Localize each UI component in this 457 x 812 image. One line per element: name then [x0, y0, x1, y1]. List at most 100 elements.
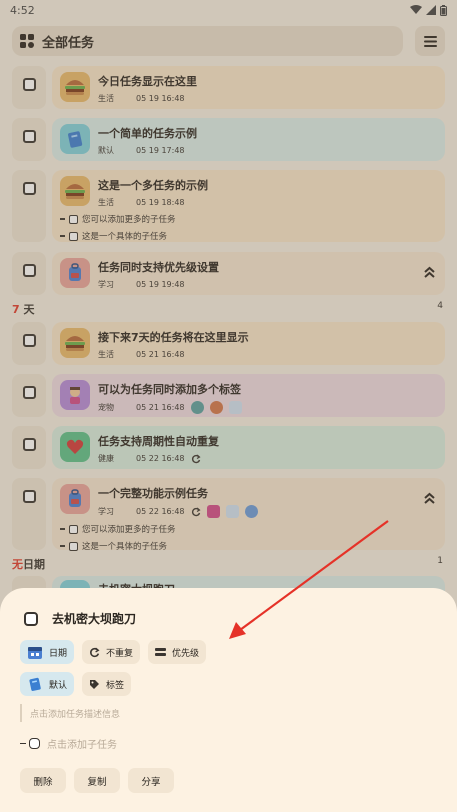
wifi-icon — [410, 5, 422, 14]
priority-high-icon — [424, 492, 435, 504]
task-title: 任务支持周期性自动重复 — [98, 435, 219, 448]
task-title: 任务同时支持优先级设置 — [98, 261, 219, 274]
delete-button[interactable]: 删除 — [20, 768, 66, 793]
repeat-icon — [90, 647, 100, 657]
task-tag: 学习 — [98, 280, 114, 289]
category-chip[interactable]: 默认 — [20, 672, 75, 696]
task-row[interactable]: 一个完整功能示例任务 学习 05 22 16:48 您可以添加更多的子任务 这是… — [12, 478, 445, 552]
task-checkbox-area[interactable] — [12, 478, 46, 550]
repeat-chip[interactable]: 不重复 — [82, 640, 141, 664]
task-card[interactable]: 一个完整功能示例任务 学习 05 22 16:48 您可以添加更多的子任务 这是… — [52, 478, 445, 552]
task-title: 一个简单的任务示例 — [98, 127, 197, 140]
task-complete-checkbox[interactable] — [24, 611, 38, 626]
backpack-icon — [60, 484, 90, 514]
subtask-checkbox[interactable] — [69, 524, 78, 534]
task-card[interactable]: 任务支持周期性自动重复 健康 05 22 16:48 — [52, 426, 445, 469]
signal-icon — [426, 5, 436, 15]
subtask-label: 您可以添加更多的子任务 — [82, 215, 176, 225]
task-checkbox-area[interactable] — [12, 66, 46, 109]
task-row[interactable]: 可以为任务同时添加多个标签 宠物 05 21 16:48 — [12, 374, 445, 417]
subtask-item[interactable]: 这是一个具体的子任务 — [60, 230, 437, 242]
subtask-item[interactable]: 这是一个具体的子任务 — [60, 540, 437, 552]
notebook-icon — [29, 677, 41, 691]
task-checkbox-area[interactable] — [12, 170, 46, 242]
task-card[interactable]: 今日任务显示在这里 生活 05 19 16:48 — [52, 66, 445, 109]
section-label: 日期 — [23, 558, 45, 571]
section-first-char: 无 — [12, 558, 23, 571]
task-checkbox-area[interactable] — [12, 374, 46, 417]
task-card[interactable]: 这是一个多任务的示例 生活 05 19 18:48 您可以添加更多的子任务 这是一… — [52, 170, 445, 242]
task-checkbox-area[interactable] — [12, 426, 46, 469]
add-subtask-button[interactable]: 点击添加子任务 — [20, 736, 117, 751]
description-placeholder: 点击添加任务描述信息 — [30, 709, 121, 720]
section-no-date[interactable]: 无日期 1 — [12, 556, 443, 572]
section-count: 4 — [437, 301, 443, 311]
section-count: 1 — [437, 556, 443, 566]
filter-selector[interactable]: 全部任务 — [12, 26, 403, 56]
repeat-icon — [191, 507, 201, 516]
task-checkbox[interactable] — [22, 130, 36, 143]
battery-icon — [440, 4, 447, 16]
subtask-label: 您可以添加更多的子任务 — [82, 525, 176, 535]
status-bar: 4:52 — [0, 0, 457, 20]
task-detail-sheet: 去机密大坝跑刀 日期 不重复 优先级 默认 标签 点击添加任务描述信息 点击添加… — [0, 588, 457, 812]
task-row[interactable]: 接下来7天的任务将在这里显示 生活 05 21 16:48 — [12, 322, 445, 365]
task-tag: 学习 — [98, 507, 114, 516]
pet-character-icon — [60, 380, 90, 410]
task-card[interactable]: 可以为任务同时添加多个标签 宠物 05 21 16:48 — [52, 374, 445, 417]
pet-tag-icon — [209, 401, 223, 414]
sheet-task-title[interactable]: 去机密大坝跑刀 — [52, 610, 136, 627]
description-input[interactable]: 点击添加任务描述信息 — [20, 704, 120, 722]
backpack-icon — [60, 258, 90, 288]
task-card[interactable]: 任务同时支持优先级设置 学习 05 19 19:48 — [52, 252, 445, 295]
status-time: 4:52 — [10, 3, 35, 17]
task-checkbox[interactable] — [22, 438, 36, 451]
priority-high-icon — [424, 266, 435, 278]
task-checkbox[interactable] — [22, 264, 36, 277]
task-checkbox[interactable] — [22, 78, 36, 91]
task-time: 05 19 18:48 — [136, 198, 185, 207]
priority-chip[interactable]: 优先级 — [148, 640, 207, 664]
section-7-days[interactable]: 7 天 4 — [12, 301, 443, 317]
task-row[interactable]: 任务支持周期性自动重复 健康 05 22 16:48 — [12, 426, 445, 469]
repeat-icon — [191, 454, 201, 463]
subtask-checkbox[interactable] — [69, 541, 78, 551]
repeat-chip-label: 不重复 — [106, 648, 134, 659]
task-row[interactable]: 这是一个多任务的示例 生活 05 19 18:48 您可以添加更多的子任务 这是一… — [12, 170, 445, 242]
tag-chip-label: 标签 — [106, 680, 125, 691]
burger-icon — [60, 328, 90, 358]
task-tag: 生活 — [98, 94, 114, 103]
share-button[interactable]: 分享 — [128, 768, 174, 793]
menu-button[interactable] — [415, 26, 445, 56]
task-checkbox[interactable] — [22, 182, 36, 195]
task-checkbox-area[interactable] — [12, 252, 46, 295]
header: 全部任务 — [12, 26, 445, 56]
tag-chip[interactable]: 标签 — [82, 672, 132, 696]
task-tag: 生活 — [98, 198, 114, 207]
heart-health-icon — [60, 432, 90, 462]
subtask-item[interactable]: 您可以添加更多的子任务 — [60, 213, 437, 225]
task-checkbox[interactable] — [22, 490, 36, 503]
add-subtask-label: 点击添加子任务 — [47, 740, 117, 751]
task-checkbox-area[interactable] — [12, 118, 46, 161]
copy-button[interactable]: 复制 — [74, 768, 120, 793]
date-chip[interactable]: 日期 — [20, 640, 75, 664]
priority-chip-label: 优先级 — [172, 648, 200, 659]
priority-icon — [155, 648, 167, 656]
task-card[interactable]: 一个简单的任务示例 默认 05 19 17:48 — [52, 118, 445, 161]
task-row[interactable]: 任务同时支持优先级设置 学习 05 19 19:48 — [12, 252, 445, 295]
sheet-handle[interactable] — [199, 588, 259, 602]
date-chip-label: 日期 — [49, 648, 68, 659]
task-card[interactable]: 接下来7天的任务将在这里显示 生活 05 21 16:48 — [52, 322, 445, 365]
subtask-label: 这是一个具体的子任务 — [82, 542, 168, 552]
subtask-item[interactable]: 您可以添加更多的子任务 — [60, 523, 437, 535]
task-checkbox[interactable] — [22, 386, 36, 399]
subtask-checkbox[interactable] — [69, 231, 78, 241]
task-checkbox[interactable] — [22, 334, 36, 347]
task-row[interactable]: 今日任务显示在这里 生活 05 19 16:48 — [12, 66, 445, 109]
task-row[interactable]: 一个简单的任务示例 默认 05 19 17:48 — [12, 118, 445, 161]
tooth-tag-icon — [228, 401, 242, 414]
subtask-checkbox[interactable] — [69, 214, 78, 224]
task-tag: 宠物 — [98, 403, 114, 412]
task-checkbox-area[interactable] — [12, 322, 46, 365]
